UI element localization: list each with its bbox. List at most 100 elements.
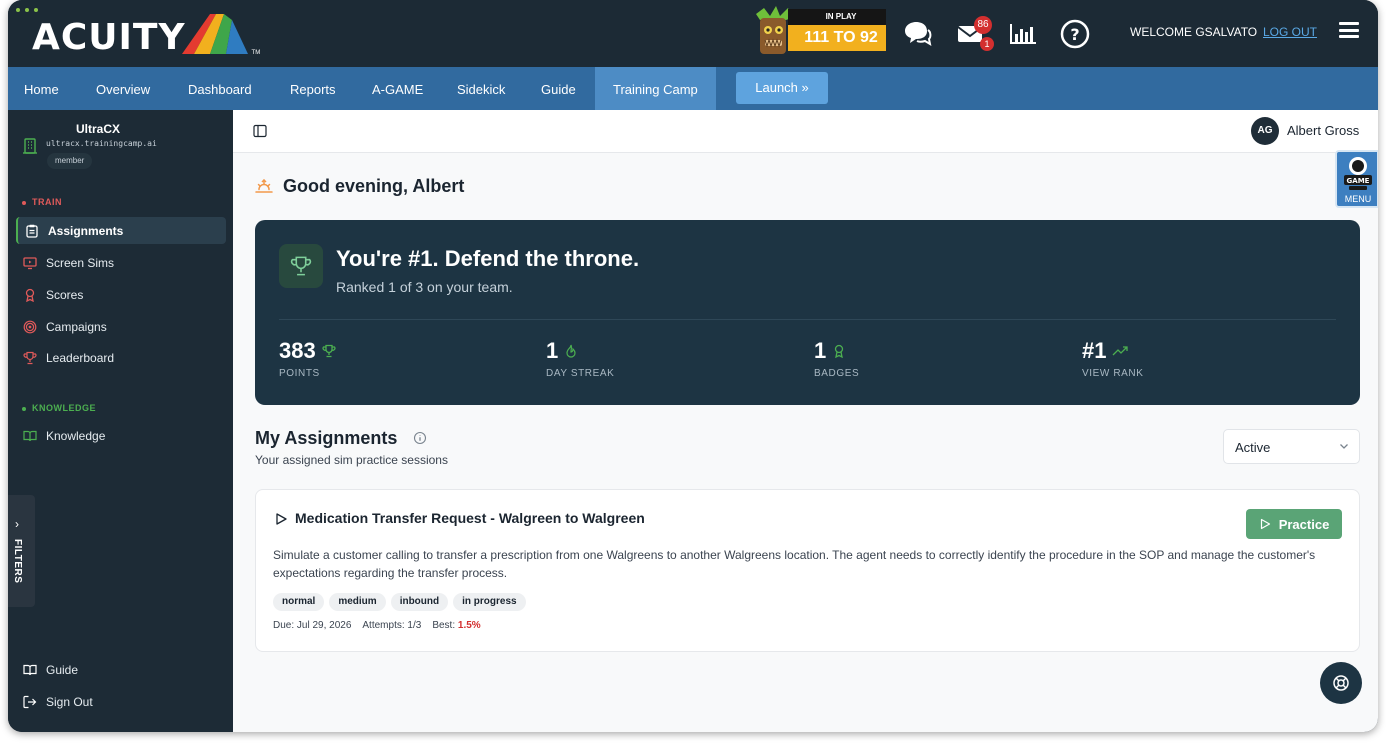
stat-view-rank[interactable]: #1 VIEW RANK (1082, 338, 1144, 379)
tag-direction: inbound (390, 593, 449, 611)
hamburger-menu-icon[interactable] (1339, 22, 1359, 38)
sidebar-item-sign-out[interactable]: Sign Out (16, 688, 226, 715)
game-menu-badge: GAME (1347, 177, 1370, 185)
sidebar-item-label: Scores (46, 287, 84, 302)
nav-dashboard[interactable]: Dashboard (188, 67, 252, 110)
stat-label: VIEW RANK (1082, 368, 1144, 379)
assignment-title[interactable]: Medication Transfer Request - Walgreen t… (295, 510, 645, 526)
award-icon (835, 344, 844, 358)
assignment-meta: Due: Jul 29, 2026 Attempts: 1/3 Best: 1.… (273, 620, 481, 631)
info-icon[interactable] (413, 431, 427, 445)
practice-button[interactable]: Practice (1246, 509, 1342, 539)
assignment-description: Simulate a customer calling to transfer … (273, 548, 1316, 580)
logo-mark-icon (181, 14, 248, 54)
chevron-down-icon (1340, 444, 1348, 449)
train-section-label: TRAIN (22, 197, 62, 207)
chat-icon[interactable] (901, 18, 933, 50)
in-play-score: 111 TO 92 (788, 25, 886, 51)
sidebar-item-leaderboard[interactable]: Leaderboard (16, 344, 226, 371)
nav-a-game[interactable]: A-GAME (372, 67, 423, 110)
knowledge-section-label: KNOWLEDGE (22, 403, 96, 413)
nav-home[interactable]: Home (24, 67, 59, 110)
stat-label: DAY STREAK (546, 368, 615, 379)
sidebar: UltraCX ultracx.trainingcamp.ai member T… (8, 110, 233, 732)
divider (279, 319, 1336, 320)
greeting: Good evening, Albert (283, 176, 465, 196)
trending-up-icon (1113, 346, 1129, 356)
assignment-card[interactable]: Medication Transfer Request - Walgreen t… (255, 489, 1360, 652)
filters-tab[interactable]: › FILTERS (8, 495, 35, 607)
logo-text: ACUITY (32, 17, 186, 58)
org-name: UltraCX (75, 122, 120, 136)
mail-icon[interactable]: 86 1 (954, 16, 994, 51)
launch-button[interactable]: Launch » (736, 72, 828, 104)
panel-toggle-icon[interactable] (253, 124, 267, 138)
help-icon[interactable]: ? (1059, 18, 1091, 50)
svg-text:?: ? (1070, 25, 1079, 44)
avatar[interactable]: AG (1251, 117, 1279, 145)
practice-label: Practice (1278, 516, 1330, 532)
sidebar-item-knowledge[interactable]: Knowledge (16, 422, 226, 449)
acuity-logo[interactable]: ACUITY TM (32, 6, 260, 56)
content-header: AG Albert Gross (233, 110, 1378, 153)
nav-reports[interactable]: Reports (290, 67, 336, 110)
sidebar-item-guide[interactable]: Guide (16, 656, 226, 683)
nav-sidekick[interactable]: Sidekick (457, 67, 505, 110)
sunset-icon (255, 178, 273, 193)
mail-count-badge: 86 (974, 16, 992, 34)
app-window: ACUITY TM IN PLAY 111 TO 92 86 1 ? WELCO… (8, 0, 1378, 732)
org-role-badge: member (47, 153, 93, 169)
sidebar-item-label: Leaderboard (46, 350, 115, 365)
sidebar-item-screen-sims[interactable]: Screen Sims (16, 249, 226, 276)
trophy-icon (322, 344, 336, 358)
stat-points[interactable]: 383 POINTS (279, 338, 336, 379)
stat-value: 1 (546, 338, 559, 363)
game-menu-button[interactable]: GAME MENU (1335, 150, 1378, 208)
hero-title: You're #1. Defend the throne. (336, 246, 640, 271)
sidebar-item-label: Assignments (48, 223, 124, 238)
in-play-label: IN PLAY (788, 9, 886, 25)
game-mascot-icon: GAME (1344, 157, 1372, 190)
stat-value: 1 (814, 338, 827, 363)
top-bar: ACUITY TM IN PLAY 111 TO 92 86 1 ? WELCO… (8, 0, 1378, 67)
bar-chart-icon[interactable] (1007, 18, 1039, 50)
log-out-icon (22, 694, 38, 710)
game-menu-label: MENU (1344, 194, 1372, 204)
nav-overview[interactable]: Overview (96, 67, 150, 110)
nav-guide[interactable]: Guide (541, 67, 576, 110)
stat-label: BADGES (814, 368, 860, 379)
welcome-text: WELCOME GSALVATO (1130, 25, 1258, 39)
stat-label: POINTS (279, 368, 320, 379)
hero-subtitle: Ranked 1 of 3 on your team. (336, 279, 513, 295)
flame-icon (566, 344, 576, 358)
logout-link[interactable]: LOG OUT (1263, 25, 1317, 39)
building-icon (23, 138, 37, 154)
trophy-icon (22, 350, 38, 366)
sidebar-item-label: Screen Sims (46, 255, 115, 270)
user-name[interactable]: Albert Gross (1287, 123, 1359, 138)
monitor-play-icon (22, 255, 38, 271)
tag-difficulty: medium (329, 593, 386, 611)
support-button[interactable] (1320, 662, 1362, 704)
sidebar-item-scores[interactable]: Scores (16, 281, 226, 308)
clipboard-icon (24, 223, 40, 239)
award-icon (22, 287, 38, 303)
book-icon (22, 662, 38, 678)
attempts: Attempts: 1/3 (362, 620, 422, 631)
tag-status: in progress (453, 593, 526, 611)
tag-list: normal medium inbound in progress (273, 593, 526, 611)
stat-badges[interactable]: 1 BADGES (814, 338, 859, 379)
stat-day-streak[interactable]: 1 DAY STREAK (546, 338, 614, 379)
nav-training-camp[interactable]: Training Camp (595, 67, 716, 110)
sidebar-item-label: Sign Out (46, 694, 93, 709)
rank-hero-card: You're #1. Defend the throne. Ranked 1 o… (255, 220, 1360, 405)
sidebar-item-label: Campaigns (46, 319, 107, 334)
filters-label: FILTERS (12, 539, 23, 584)
status-filter-select[interactable]: Active (1223, 429, 1360, 464)
sidebar-item-assignments[interactable]: Assignments (16, 217, 226, 244)
play-icon (1260, 518, 1270, 530)
select-value: Active (1235, 440, 1271, 455)
due-date: Due: Jul 29, 2026 (273, 620, 352, 631)
sidebar-item-campaigns[interactable]: Campaigns (16, 313, 226, 340)
in-play-widget[interactable]: IN PLAY 111 TO 92 (750, 6, 886, 56)
